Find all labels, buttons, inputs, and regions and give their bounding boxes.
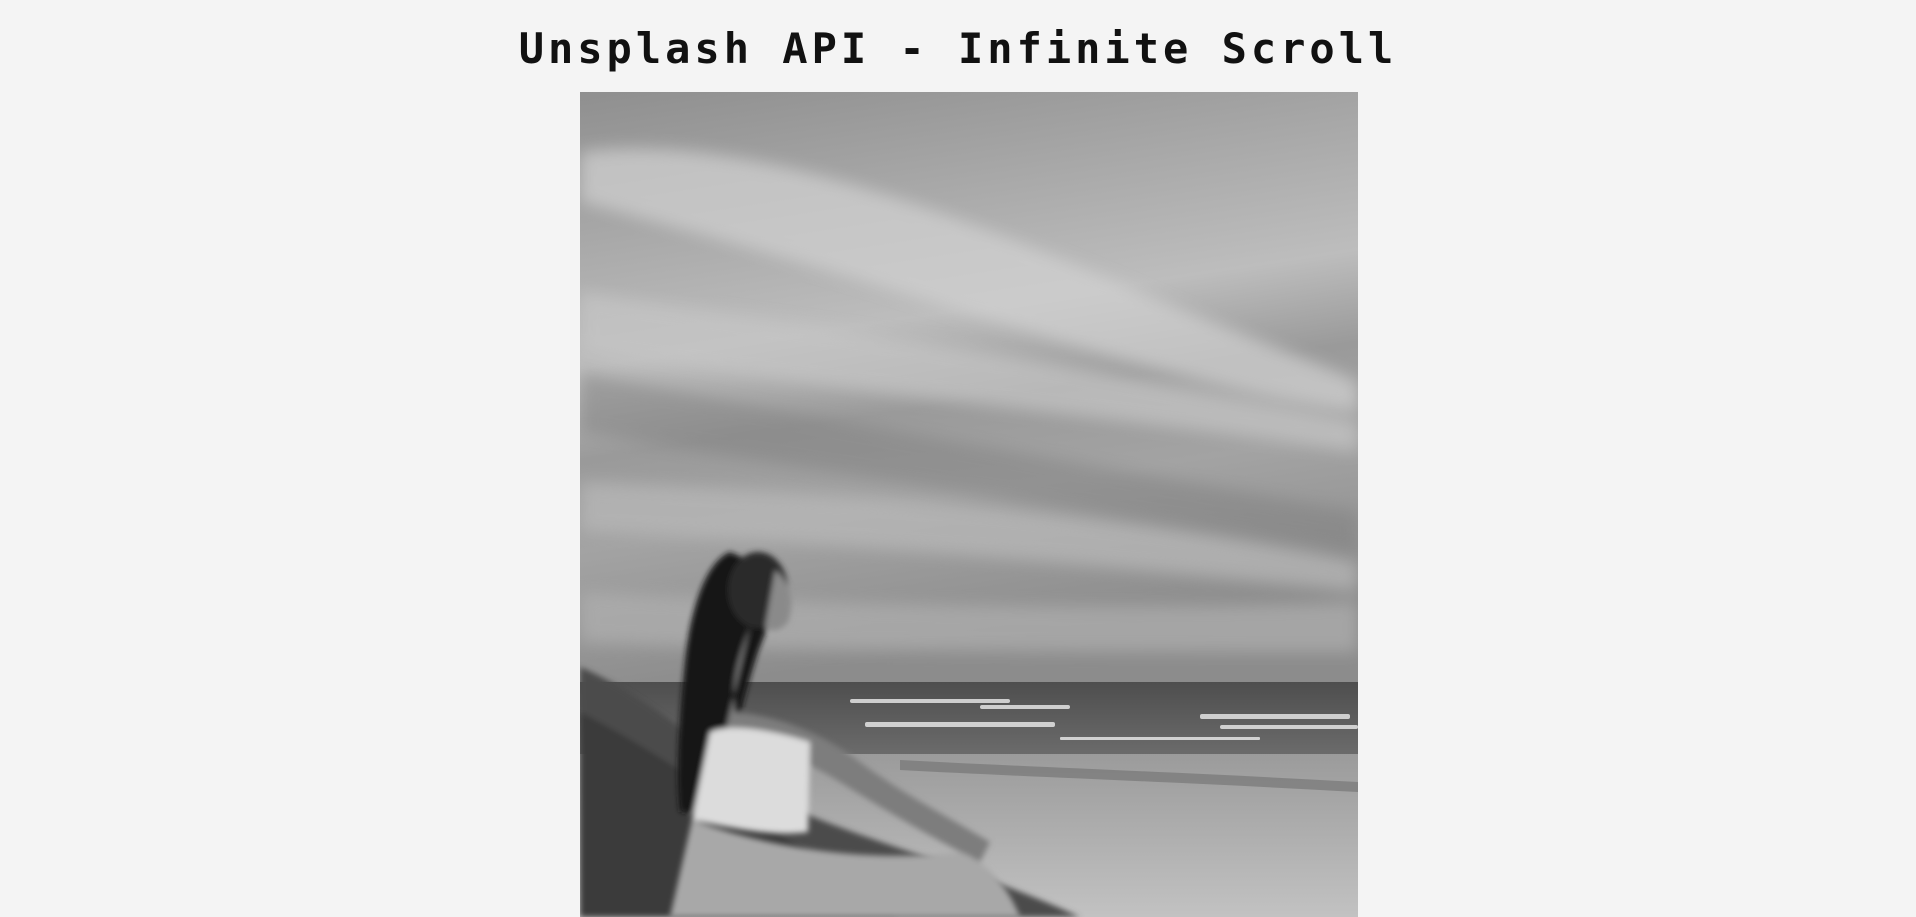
page: Unsplash API - Infinite Scroll <box>0 0 1916 917</box>
gallery-photo[interactable] <box>580 92 1358 917</box>
page-title: Unsplash API - Infinite Scroll <box>518 24 1398 73</box>
image-container <box>580 92 1358 917</box>
